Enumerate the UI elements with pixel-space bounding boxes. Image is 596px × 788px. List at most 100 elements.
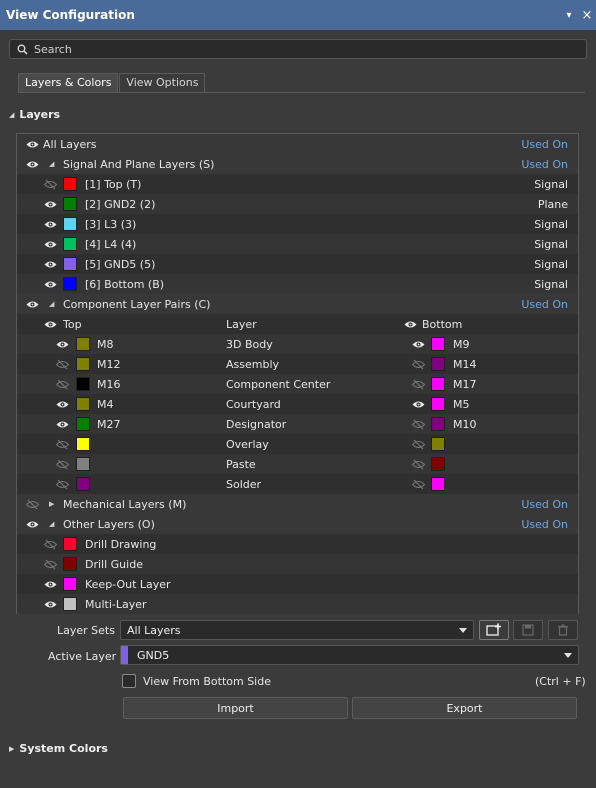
- bottom-color-swatch[interactable]: [431, 357, 445, 371]
- layer-color-swatch[interactable]: [63, 577, 77, 591]
- collapse-triangle-icon[interactable]: ◢: [49, 160, 54, 168]
- component-pair-row[interactable]: Solder: [17, 474, 578, 494]
- export-button[interactable]: Export: [352, 697, 577, 719]
- layer-color-swatch[interactable]: [63, 557, 77, 571]
- layer-color-swatch[interactable]: [63, 597, 77, 611]
- signal-layer-row[interactable]: [2] GND2 (2) Plane: [17, 194, 578, 214]
- bottom-color-swatch[interactable]: [431, 377, 445, 391]
- layer-color-swatch[interactable]: [63, 197, 77, 211]
- expand-triangle-icon[interactable]: ▶: [49, 500, 54, 508]
- signal-layer-row[interactable]: [6] Bottom (B) Signal: [17, 274, 578, 294]
- bottom-column-eye-icon[interactable]: [403, 319, 417, 329]
- group-eye-icon[interactable]: [25, 159, 39, 169]
- component-pair-row[interactable]: Overlay: [17, 434, 578, 454]
- bottom-color-swatch[interactable]: [431, 457, 445, 471]
- save-layer-set-button[interactable]: [513, 620, 543, 640]
- hidden-eye-icon[interactable]: [411, 419, 425, 429]
- visible-eye-icon[interactable]: [55, 399, 69, 409]
- signal-layer-row[interactable]: [4] L4 (4) Signal: [17, 234, 578, 254]
- signal-group-status[interactable]: Used On: [521, 158, 568, 171]
- visible-eye-icon[interactable]: [43, 579, 57, 589]
- layer-color-swatch[interactable]: [63, 217, 77, 231]
- search-input[interactable]: Search: [9, 39, 587, 59]
- close-icon[interactable]: ×: [578, 8, 596, 23]
- mechanical-group-status[interactable]: Used On: [521, 498, 568, 511]
- visible-eye-icon[interactable]: [43, 199, 57, 209]
- bottom-color-swatch[interactable]: [431, 477, 445, 491]
- tab-layers-colors[interactable]: Layers & Colors: [18, 73, 119, 92]
- top-color-swatch[interactable]: [76, 377, 90, 391]
- top-color-swatch[interactable]: [76, 417, 90, 431]
- hidden-eye-icon[interactable]: [55, 479, 69, 489]
- signal-layer-row[interactable]: [3] L3 (3) Signal: [17, 214, 578, 234]
- top-color-swatch[interactable]: [76, 337, 90, 351]
- hidden-eye-icon[interactable]: [43, 539, 57, 549]
- component-pair-row[interactable]: M27 Designator M10: [17, 414, 578, 434]
- signal-layer-row[interactable]: [5] GND5 (5) Signal: [17, 254, 578, 274]
- other-layer-row[interactable]: Drill Drawing: [17, 534, 578, 554]
- visible-eye-icon[interactable]: [55, 339, 69, 349]
- visible-eye-icon[interactable]: [411, 399, 425, 409]
- layer-sets-dropdown[interactable]: All Layers: [120, 620, 474, 640]
- component-header-row[interactable]: Top Layer Bottom: [17, 314, 578, 334]
- other-layer-row[interactable]: Drill Guide: [17, 554, 578, 574]
- hidden-eye-icon[interactable]: [55, 459, 69, 469]
- top-color-swatch[interactable]: [76, 397, 90, 411]
- hidden-eye-icon[interactable]: [411, 379, 425, 389]
- hidden-eye-icon[interactable]: [411, 359, 425, 369]
- view-from-bottom-checkbox[interactable]: [122, 674, 136, 688]
- layer-color-swatch[interactable]: [63, 237, 77, 251]
- signal-layer-row[interactable]: [1] Top (T) Signal: [17, 174, 578, 194]
- visible-eye-icon[interactable]: [43, 219, 57, 229]
- other-layer-row[interactable]: Multi-Layer: [17, 594, 578, 614]
- hidden-eye-icon[interactable]: [411, 439, 425, 449]
- all-layers-row[interactable]: All Layers Used On: [17, 134, 578, 154]
- other-layer-row[interactable]: Keep-Out Layer: [17, 574, 578, 594]
- group-eye-icon[interactable]: [25, 299, 39, 309]
- group-eye-icon[interactable]: [25, 499, 39, 509]
- visible-eye-icon[interactable]: [55, 419, 69, 429]
- layer-color-swatch[interactable]: [63, 257, 77, 271]
- layers-section-header[interactable]: ◢ Layers: [9, 108, 60, 121]
- other-group-row[interactable]: ◢ Other Layers (O) Used On: [17, 514, 578, 534]
- top-color-swatch[interactable]: [76, 457, 90, 471]
- add-layer-set-button[interactable]: [479, 620, 509, 640]
- component-group-row[interactable]: ◢ Component Layer Pairs (C) Used On: [17, 294, 578, 314]
- layer-color-swatch[interactable]: [63, 177, 77, 191]
- delete-layer-set-button[interactable]: [548, 620, 578, 640]
- visible-eye-icon[interactable]: [43, 599, 57, 609]
- component-group-status[interactable]: Used On: [521, 298, 568, 311]
- component-pair-row[interactable]: M16 Component Center M17: [17, 374, 578, 394]
- top-color-swatch[interactable]: [76, 477, 90, 491]
- other-group-status[interactable]: Used On: [521, 518, 568, 531]
- top-column-eye-icon[interactable]: [43, 319, 57, 329]
- signal-group-row[interactable]: ◢ Signal And Plane Layers (S) Used On: [17, 154, 578, 174]
- mechanical-group-row[interactable]: ▶ Mechanical Layers (M) Used On: [17, 494, 578, 514]
- group-eye-icon[interactable]: [25, 519, 39, 529]
- hidden-eye-icon[interactable]: [55, 439, 69, 449]
- all-layers-status[interactable]: Used On: [521, 138, 568, 151]
- component-pair-row[interactable]: M12 Assembly M14: [17, 354, 578, 374]
- import-button[interactable]: Import: [123, 697, 348, 719]
- tab-view-options[interactable]: View Options: [119, 73, 206, 92]
- layer-color-swatch[interactable]: [63, 537, 77, 551]
- hidden-eye-icon[interactable]: [43, 559, 57, 569]
- collapse-triangle-icon[interactable]: ◢: [49, 300, 54, 308]
- visible-eye-icon[interactable]: [43, 259, 57, 269]
- hidden-eye-icon[interactable]: [55, 379, 69, 389]
- all-layers-eye-icon[interactable]: [25, 139, 39, 149]
- hidden-eye-icon[interactable]: [411, 479, 425, 489]
- top-color-swatch[interactable]: [76, 437, 90, 451]
- system-colors-section-header[interactable]: ▶ System Colors: [9, 742, 108, 755]
- visible-eye-icon[interactable]: [43, 279, 57, 289]
- component-pair-row[interactable]: Paste: [17, 454, 578, 474]
- pin-menu-icon[interactable]: ▾: [560, 10, 578, 21]
- hidden-eye-icon[interactable]: [43, 179, 57, 189]
- active-layer-dropdown[interactable]: GND5: [120, 645, 579, 665]
- hidden-eye-icon[interactable]: [55, 359, 69, 369]
- visible-eye-icon[interactable]: [411, 339, 425, 349]
- component-pair-row[interactable]: M4 Courtyard M5: [17, 394, 578, 414]
- bottom-color-swatch[interactable]: [431, 437, 445, 451]
- visible-eye-icon[interactable]: [43, 239, 57, 249]
- bottom-color-swatch[interactable]: [431, 417, 445, 431]
